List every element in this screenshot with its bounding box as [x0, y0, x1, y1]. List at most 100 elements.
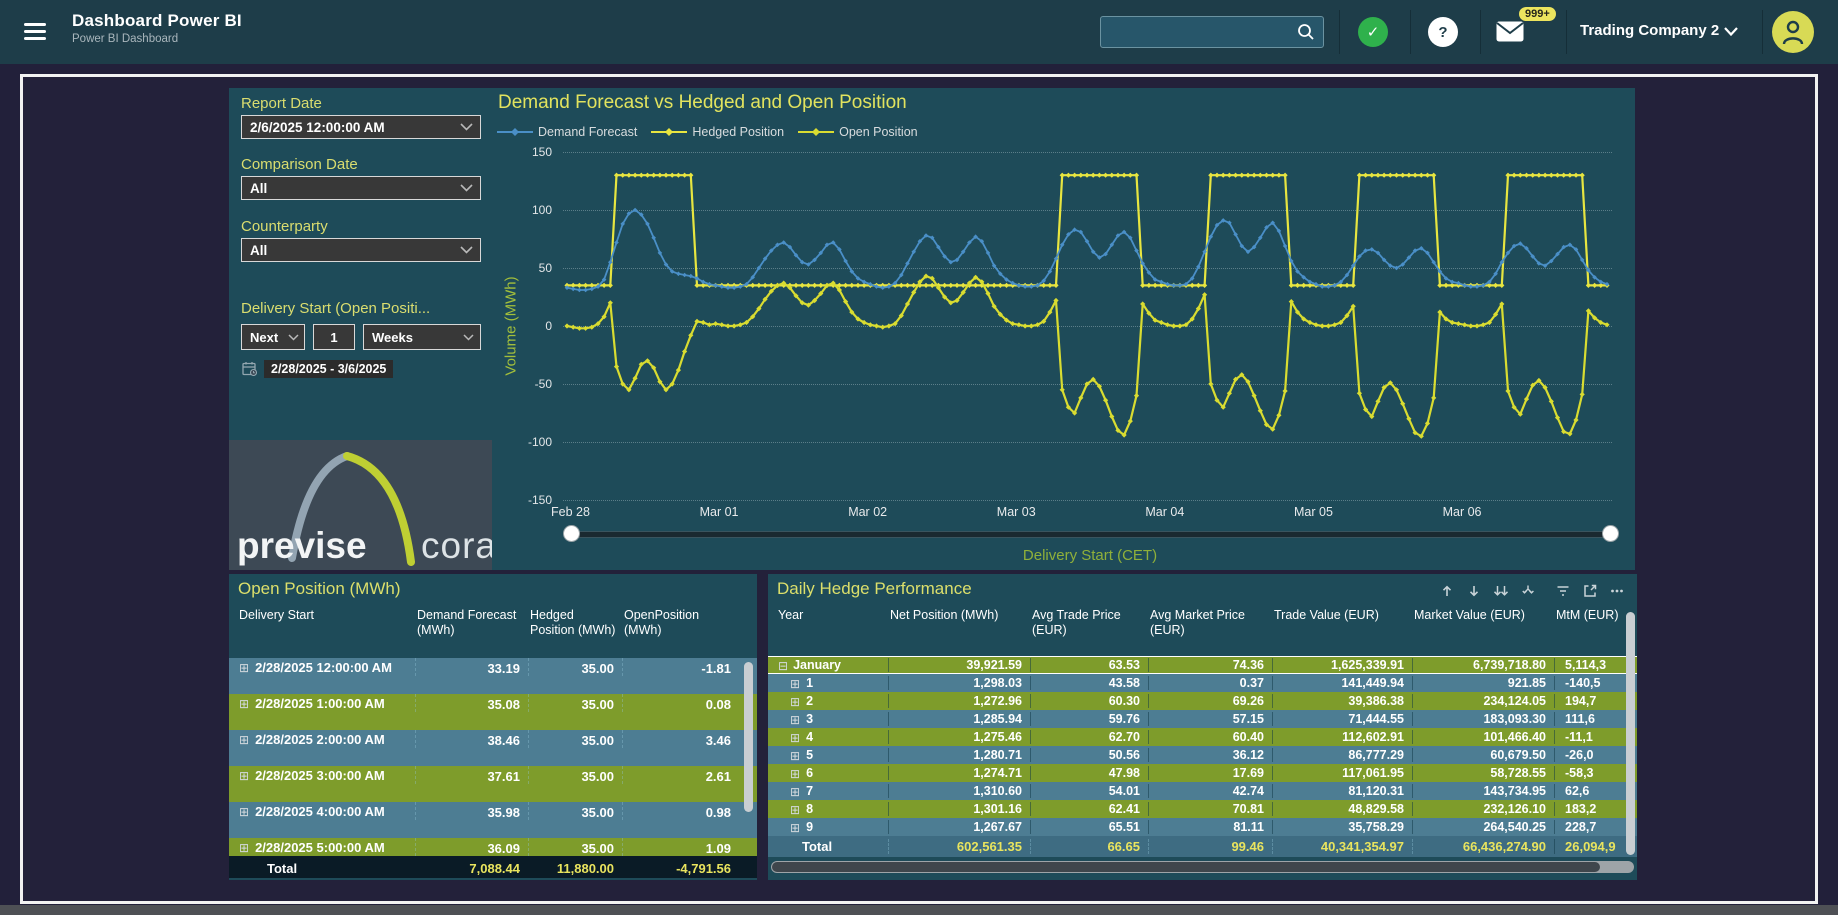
delivery-range-value[interactable]: 2/28/2025 - 3/6/2025	[264, 360, 393, 378]
table-row[interactable]: ⊞2/28/2025 2:00:00 AM38.4635.003.46	[229, 730, 757, 766]
horizontal-scrollbar-thumb[interactable]	[772, 862, 1600, 872]
drill-up-icon[interactable]	[1437, 581, 1457, 601]
expand-icon[interactable]: ⊞	[790, 695, 800, 709]
expand-next-level-icon[interactable]	[1491, 581, 1511, 601]
total-label: Total	[776, 839, 888, 854]
column-header[interactable]: Demand Forecast (MWh)	[415, 604, 528, 638]
focus-mode-icon[interactable]	[1580, 581, 1600, 601]
column-header[interactable]: OpenPosition (MWh)	[622, 604, 739, 638]
table-row-3[interactable]: ⊞31,285.9459.7657.1571,444.55183,093.301…	[768, 710, 1637, 728]
column-header[interactable]: Delivery Start	[237, 604, 415, 638]
expand-icon[interactable]: ⊞	[239, 734, 249, 748]
table-toolbar	[1437, 581, 1627, 601]
value-cell: 36.12	[1148, 748, 1272, 762]
horizontal-scrollbar[interactable]	[771, 861, 1634, 873]
column-header[interactable]: MtM (EUR)	[1554, 604, 1637, 638]
expand-icon[interactable]: ⊞	[239, 806, 249, 820]
search-box[interactable]	[1100, 16, 1324, 48]
year-cell: ⊞6	[776, 766, 888, 781]
date-range-slider[interactable]	[570, 531, 1611, 538]
column-header[interactable]: Hedged Position (MWh)	[528, 604, 622, 638]
more-options-icon[interactable]	[1607, 581, 1627, 601]
vertical-scrollbar[interactable]	[1626, 612, 1635, 855]
table-row[interactable]: ⊞2/28/2025 3:00:00 AM37.6135.002.61	[229, 766, 757, 802]
expand-icon[interactable]: ⊞	[790, 785, 800, 799]
expand-all-icon[interactable]	[1518, 581, 1538, 601]
table-row-7[interactable]: ⊞71,310.6054.0142.7481,120.31143,734.956…	[768, 782, 1637, 800]
divider	[1762, 10, 1763, 54]
value-cell: 35.00	[528, 658, 622, 676]
delivery-start-value: 2/28/2025 1:00:00 AM	[255, 697, 385, 712]
company-selector[interactable]: Trading Company 2	[1580, 22, 1719, 39]
table-row[interactable]: ⊞2/28/2025 1:00:00 AM35.0835.000.08	[229, 694, 757, 730]
table-row[interactable]: ⊞2/28/2025 12:00:00 AM33.1935.00-1.81	[229, 658, 757, 694]
column-header[interactable]: Year	[776, 604, 888, 638]
status-check-icon[interactable]: ✓	[1358, 17, 1388, 47]
mail-icon[interactable]	[1496, 21, 1524, 42]
slider-handle-left[interactable]	[563, 525, 580, 542]
search-input[interactable]	[1101, 25, 1296, 40]
collapse-icon[interactable]: ⊟	[778, 659, 788, 673]
expand-icon[interactable]: ⊞	[790, 803, 800, 817]
line-chart[interactable]	[556, 142, 1620, 518]
table-row-2[interactable]: ⊞21,272.9660.3069.2639,386.38234,124.051…	[768, 692, 1637, 710]
search-icon[interactable]	[1296, 22, 1316, 42]
report-date-dropdown[interactable]: 2/6/2025 12:00:00 AM	[241, 115, 481, 139]
expand-icon[interactable]: ⊞	[239, 662, 249, 676]
chevron-down-icon	[460, 246, 473, 254]
slider-handle-right[interactable]	[1602, 525, 1619, 542]
vertical-scrollbar[interactable]	[744, 662, 753, 812]
menu-icon[interactable]	[24, 23, 46, 45]
delivery-mode-value: Next	[250, 330, 278, 345]
delivery-mode-select[interactable]: Next	[241, 324, 305, 350]
table-row-6[interactable]: ⊞61,274.7147.9817.69117,061.9558,728.55-…	[768, 764, 1637, 782]
column-header[interactable]: Net Position (MWh)	[888, 604, 1030, 638]
comparison-date-dropdown[interactable]: All	[241, 176, 481, 200]
year-cell: ⊞2	[776, 694, 888, 709]
user-avatar[interactable]	[1772, 11, 1814, 53]
expand-icon[interactable]: ⊞	[790, 713, 800, 727]
delivery-count-input[interactable]: 1	[313, 324, 355, 350]
expand-icon[interactable]: ⊞	[790, 767, 800, 781]
counterparty-dropdown[interactable]: All	[241, 238, 481, 262]
calendar-icon	[242, 361, 258, 377]
column-header[interactable]: Avg Trade Price (EUR)	[1030, 604, 1148, 638]
value-cell: 1.09	[622, 838, 739, 856]
column-header[interactable]: Avg Market Price (EUR)	[1148, 604, 1272, 638]
year-cell: ⊞3	[776, 712, 888, 727]
table-row[interactable]: ⊞2/28/2025 4:00:00 AM35.9835.000.98	[229, 802, 757, 838]
table-row-8[interactable]: ⊞81,301.1662.4170.8148,829.58232,126.101…	[768, 800, 1637, 818]
drill-down-icon[interactable]	[1464, 581, 1484, 601]
year-cell: ⊞9	[776, 820, 888, 835]
table-row-5[interactable]: ⊞51,280.7150.5636.1286,777.2960,679.50-2…	[768, 746, 1637, 764]
expand-icon[interactable]: ⊞	[790, 731, 800, 745]
expand-icon[interactable]: ⊞	[239, 770, 249, 784]
topbar: Dashboard Power BI Power BI Dashboard ✓ …	[0, 0, 1838, 64]
table-row-january[interactable]: ⊟January39,921.5963.5374.361,625,339.916…	[768, 656, 1637, 674]
legend-marker	[651, 127, 687, 137]
value-cell: 62.70	[1030, 730, 1148, 744]
table-row-4[interactable]: ⊞41,275.4662.7060.40112,602.91101,466.40…	[768, 728, 1637, 746]
delivery-unit-select[interactable]: Weeks	[363, 324, 481, 350]
expand-icon[interactable]: ⊞	[239, 842, 249, 856]
legend-item-hedged-position[interactable]: Hedged Position	[651, 125, 784, 139]
total-value: 26,094,9	[1554, 839, 1637, 854]
table-row[interactable]: ⊞2/28/2025 5:00:00 AM36.0935.001.09	[229, 838, 757, 856]
help-icon[interactable]: ?	[1428, 17, 1458, 47]
table-row-1[interactable]: ⊞11,298.0343.580.37141,449.94921.85-140,…	[768, 674, 1637, 692]
column-header[interactable]: Market Value (EUR)	[1412, 604, 1554, 638]
expand-icon[interactable]: ⊞	[790, 677, 800, 691]
column-header[interactable]: Trade Value (EUR)	[1272, 604, 1412, 638]
counterparty-value: All	[250, 243, 267, 258]
power-bi-dashboard: Dashboard Power BI Power BI Dashboard ✓ …	[0, 0, 1838, 915]
expand-icon[interactable]: ⊞	[790, 749, 800, 763]
total-value: 11,880.00	[528, 859, 622, 876]
filter-icon[interactable]	[1553, 581, 1573, 601]
legend-item-open-position[interactable]: Open Position	[798, 125, 918, 139]
value-cell: -58,3	[1554, 766, 1637, 780]
chevron-down-icon[interactable]	[1724, 27, 1738, 36]
expand-icon[interactable]: ⊞	[790, 821, 800, 835]
table-row-9[interactable]: ⊞91,267.6765.5181.1135,758.29264,540.252…	[768, 818, 1637, 836]
expand-icon[interactable]: ⊞	[239, 698, 249, 712]
legend-item-demand-forecast[interactable]: Demand Forecast	[497, 125, 637, 139]
